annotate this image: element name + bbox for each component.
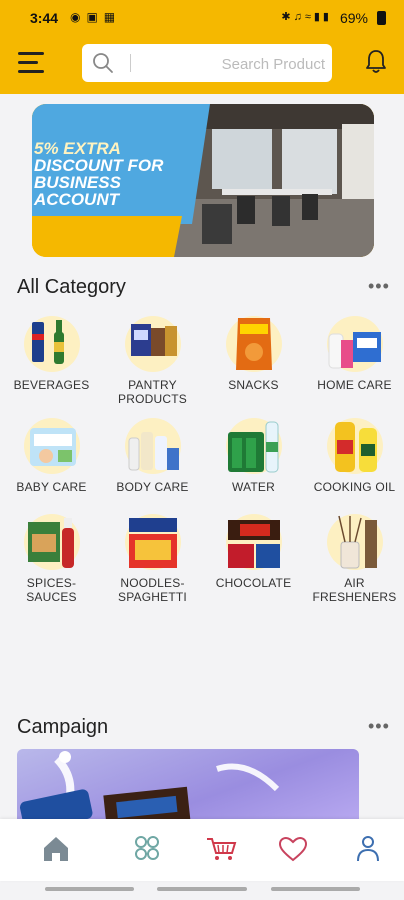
category-label: BEVERAGES	[13, 378, 90, 392]
category-label: BABY CARE	[16, 480, 87, 494]
status-time: 3:44	[30, 10, 59, 26]
promo-line-1: 5% EXTRA	[34, 139, 121, 158]
menu-button[interactable]	[18, 52, 44, 76]
battery-percent: 69%	[339, 10, 368, 26]
cooking-oil-icon	[326, 418, 383, 474]
all-category-more-button[interactable]: •••	[368, 276, 390, 297]
app-bar	[0, 34, 404, 94]
campaign-title: Campaign	[17, 716, 109, 738]
category-label: COOKING OIL	[313, 480, 396, 494]
promo-banner[interactable]: 5% EXTRA DISCOUNT FOR BUSINESS ACCOUNT	[32, 104, 374, 257]
beverages-icon	[23, 316, 80, 372]
home-care-icon	[326, 316, 383, 372]
noodles-spaghetti-icon	[124, 514, 181, 570]
category-label: WATER	[232, 480, 275, 494]
category-cooking-oil[interactable]: COOKING OIL	[304, 418, 404, 494]
category-label: CHOCOLATE	[215, 576, 292, 590]
chocolate-icon	[225, 514, 282, 570]
category-label: PANTRY	[128, 378, 177, 392]
category-baby-care[interactable]: BABY CARE	[1, 418, 102, 494]
campaign-banner[interactable]	[17, 749, 359, 821]
category-spices-sauces[interactable]: SPICES- SAUCES	[1, 514, 102, 604]
search-bar[interactable]	[82, 44, 332, 82]
promo-text: 5% EXTRA DISCOUNT FOR BUSINESS ACCOUNT	[34, 140, 214, 208]
campaign-more-button[interactable]: •••	[368, 716, 390, 737]
category-pantry-products[interactable]: PANTRY PRODUCTS	[102, 316, 203, 406]
promo-line-2: DISCOUNT FOR	[34, 156, 164, 175]
gesture-bar-left	[45, 887, 134, 891]
pantry-products-icon	[124, 316, 181, 372]
category-chocolate[interactable]: CHOCOLATE	[203, 514, 304, 590]
category-label: HOME CARE	[317, 378, 392, 392]
notification-icons: ◉▣▦	[70, 10, 122, 24]
gesture-bar-center	[157, 887, 247, 891]
bell-icon[interactable]	[364, 48, 388, 76]
category-noodles-spaghetti[interactable]: NOODLES- SPAGHETTI	[102, 514, 203, 604]
category-label: PRODUCTS	[118, 392, 187, 406]
cart-icon[interactable]	[201, 833, 241, 865]
gesture-bar-right	[271, 887, 360, 891]
grid-icon[interactable]	[127, 833, 167, 865]
profile-icon[interactable]	[348, 833, 388, 865]
air-fresheners-icon	[326, 514, 383, 570]
battery-icon	[377, 11, 386, 25]
water-icon	[225, 418, 282, 474]
baby-care-icon	[23, 418, 80, 474]
category-beverages[interactable]: BEVERAGES	[1, 316, 102, 392]
category-snacks[interactable]: SNACKS	[203, 316, 304, 392]
search-divider	[130, 54, 131, 72]
category-label: SNACKS	[228, 378, 279, 392]
body-care-icon	[124, 418, 181, 474]
category-home-care[interactable]: HOME CARE	[304, 316, 404, 392]
category-label: SAUCES	[26, 590, 77, 604]
bottom-navigation	[0, 819, 404, 881]
snacks-icon	[225, 316, 282, 372]
campaign-image	[19, 751, 280, 821]
category-body-care[interactable]: BODY CARE	[102, 418, 203, 494]
category-air-fresheners[interactable]: AIR FRESHENERS	[304, 514, 404, 604]
home-icon[interactable]	[36, 833, 76, 865]
all-category-title: All Category	[17, 276, 126, 298]
heart-icon[interactable]	[273, 833, 313, 865]
category-label: NOODLES-	[120, 576, 185, 590]
status-bar: 3:44 ◉▣▦ ✱♫≈▮▮ 69%	[0, 0, 404, 34]
search-icon	[93, 53, 113, 73]
promo-line-3: BUSINESS	[34, 173, 121, 192]
category-label: BODY CARE	[116, 480, 189, 494]
category-water[interactable]: WATER	[203, 418, 304, 494]
category-label: AIR	[344, 576, 365, 590]
category-label: FRESHENERS	[312, 590, 397, 604]
search-input[interactable]	[138, 48, 331, 80]
category-label: SPAGHETTI	[118, 590, 187, 604]
spices-sauces-icon	[23, 514, 80, 570]
category-label: SPICES-	[26, 576, 77, 590]
signal-icons: ✱♫≈▮▮	[281, 11, 332, 23]
promo-line-4: ACCOUNT	[34, 190, 119, 209]
